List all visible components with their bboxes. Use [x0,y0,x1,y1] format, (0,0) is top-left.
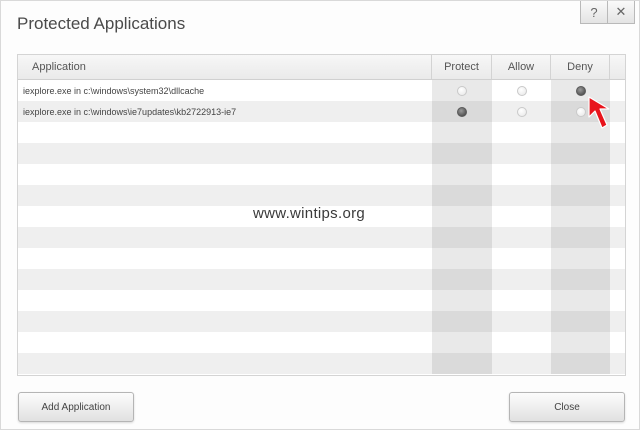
red-pointer-arrow-icon [588,96,610,129]
dialog-title: Protected Applications [17,14,186,33]
application-path [18,353,432,374]
row-spacer [610,332,625,353]
row-spacer [610,353,625,374]
table-row[interactable] [18,332,625,353]
allow-cell [492,185,551,206]
row-spacer [610,227,625,248]
allow-cell [492,227,551,248]
application-path [18,227,432,248]
table-row[interactable] [18,143,625,164]
window-controls: ? ✕ [580,1,635,24]
protect-cell [432,80,492,101]
table-row[interactable] [18,290,625,311]
allow-cell [492,269,551,290]
protect-cell [432,227,492,248]
row-spacer [610,269,625,290]
table-row[interactable] [18,227,625,248]
column-header-protect[interactable]: Protect [432,55,492,79]
allow-cell [492,206,551,227]
deny-radio[interactable] [575,85,586,96]
deny-cell [551,143,610,164]
application-path [18,206,432,227]
deny-cell [551,353,610,374]
protect-cell [432,290,492,311]
deny-cell [551,269,610,290]
application-path [18,185,432,206]
deny-cell [551,311,610,332]
watermark-text: www.wintips.org [253,205,366,222]
protect-cell [432,164,492,185]
protect-cell [432,101,492,122]
allow-cell [492,332,551,353]
deny-cell [551,164,610,185]
protect-cell [432,206,492,227]
table-row[interactable] [18,269,625,290]
header-spacer [610,55,625,79]
allow-cell [492,164,551,185]
application-path [18,311,432,332]
protect-cell [432,353,492,374]
table-row[interactable] [18,353,625,374]
application-path [18,332,432,353]
table-row[interactable] [18,311,625,332]
row-spacer [610,164,625,185]
allow-radio[interactable] [516,106,527,117]
table-row[interactable]: iexplore.exe in c:\windows\ie7updates\kb… [18,101,625,122]
table-row[interactable] [18,164,625,185]
allow-cell [492,311,551,332]
protect-cell [432,311,492,332]
deny-radio[interactable] [575,106,586,117]
close-icon[interactable]: ✕ [607,1,634,23]
add-application-button[interactable]: Add Application [18,392,134,422]
protected-applications-dialog: Protected Applications ? ✕ Application P… [0,0,640,430]
application-path [18,164,432,185]
table-row[interactable] [18,185,625,206]
column-header-allow[interactable]: Allow [492,55,551,79]
allow-cell [492,80,551,101]
table-row[interactable] [18,248,625,269]
application-path [18,269,432,290]
application-path: iexplore.exe in c:\windows\ie7updates\kb… [23,106,237,117]
deny-cell [551,290,610,311]
protect-cell [432,143,492,164]
row-spacer [610,185,625,206]
table-row[interactable] [18,122,625,143]
table-header: Application Protect Allow Deny [18,55,625,80]
protect-cell [432,269,492,290]
protect-cell [432,248,492,269]
application-path [18,143,432,164]
row-spacer [610,290,625,311]
protect-cell [432,185,492,206]
column-header-application[interactable]: Application [18,55,432,79]
application-path: iexplore.exe in c:\windows\system32\dllc… [23,85,205,96]
protect-cell [432,332,492,353]
application-path [18,290,432,311]
allow-cell [492,143,551,164]
deny-cell [551,332,610,353]
row-spacer [610,311,625,332]
protect-radio[interactable] [457,85,467,96]
deny-cell [551,206,610,227]
help-button[interactable]: ? [581,1,607,23]
close-button[interactable]: Close [509,392,625,422]
row-spacer [610,206,625,227]
allow-cell [492,101,551,122]
allow-cell [492,353,551,374]
deny-cell [551,227,610,248]
allow-cell [492,122,551,143]
protect-radio[interactable] [457,106,467,117]
table-body: iexplore.exe in c:\windows\system32\dllc… [18,80,625,374]
row-spacer [610,143,625,164]
table-row[interactable]: iexplore.exe in c:\windows\system32\dllc… [18,80,625,101]
allow-cell [492,248,551,269]
allow-cell [492,290,551,311]
deny-cell [551,248,610,269]
application-path [18,122,432,143]
application-path [18,248,432,269]
column-header-deny[interactable]: Deny [551,55,610,79]
allow-radio[interactable] [516,85,527,96]
row-spacer [610,248,625,269]
protect-cell [432,122,492,143]
deny-cell [551,185,610,206]
